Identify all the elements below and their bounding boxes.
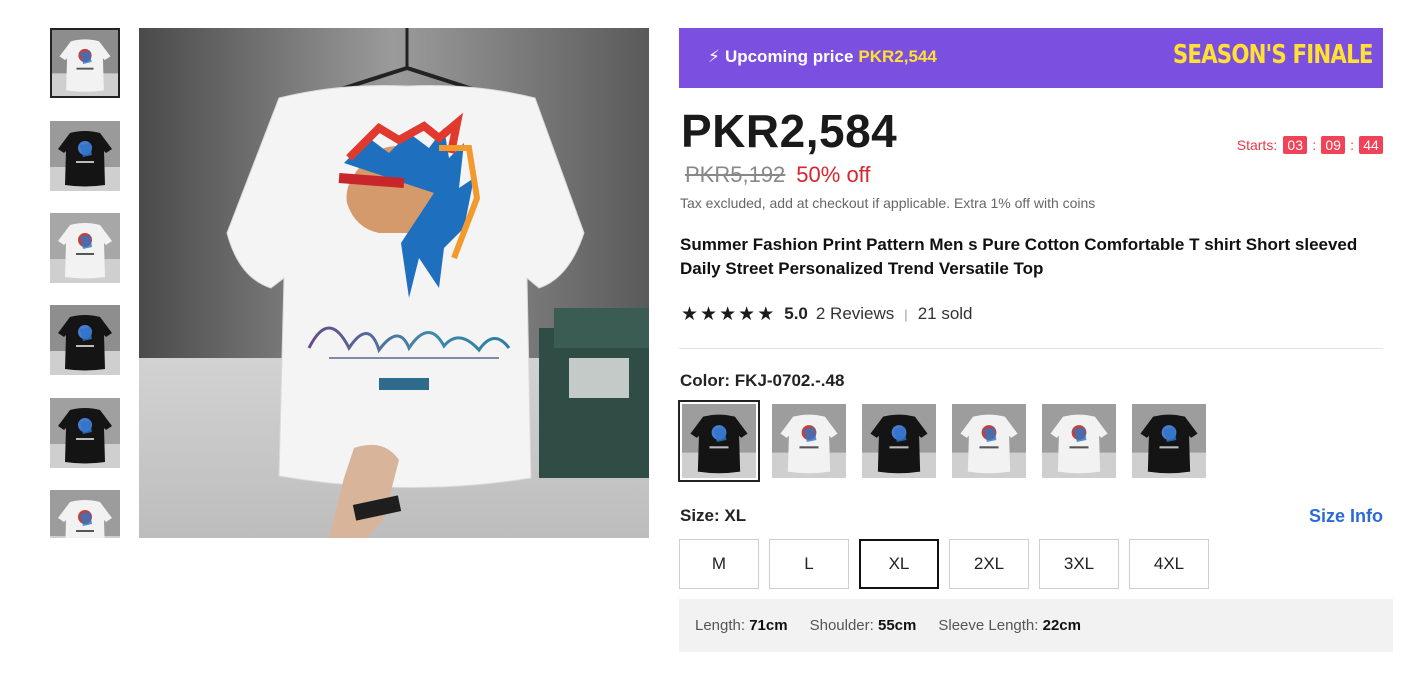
size-option-m[interactable]: M	[679, 539, 759, 589]
size-option-l[interactable]: L	[769, 539, 849, 589]
countdown-minutes: 09	[1321, 136, 1346, 154]
product-thumbnail[interactable]	[50, 490, 120, 538]
current-price: PKR2,584	[681, 105, 898, 157]
star-icon: ★	[681, 303, 699, 325]
color-swatch-black-headdress-print[interactable]	[862, 404, 936, 478]
countdown-label: Starts:	[1236, 137, 1278, 153]
reviews-link[interactable]: 2 Reviews	[816, 304, 894, 324]
main-product-image	[139, 28, 649, 538]
color-swatch-white-blue-print[interactable]	[952, 404, 1026, 478]
star-icon: ★	[757, 303, 775, 325]
star-icon: ★	[700, 303, 718, 325]
measurement-label: Shoulder:	[809, 617, 874, 634]
lightning-icon: ⚡	[708, 47, 720, 66]
measurement-item: Sleeve Length: 22cm	[938, 617, 1081, 634]
rating-separator: |	[904, 306, 908, 322]
size-measurements: Length: 71cm Shoulder: 55cm Sleeve Length:…	[679, 599, 1393, 652]
measurement-value: 71cm	[749, 617, 788, 634]
color-swatch-white-headdress-print[interactable]	[772, 404, 846, 478]
star-icon: ★	[719, 303, 737, 325]
product-thumbnail[interactable]	[50, 398, 120, 468]
sale-countdown: Starts: 03 : 09 : 44	[1237, 136, 1383, 154]
countdown-seconds: 44	[1359, 136, 1383, 154]
upcoming-price-label: Upcoming price	[724, 47, 854, 66]
upcoming-price-value: PKR2,544	[858, 47, 937, 66]
selected-color: FKJ-0702.-.48	[734, 371, 845, 390]
product-thumbnail[interactable]	[50, 28, 120, 98]
section-divider	[679, 348, 1383, 349]
star-rating: ★ ★ ★ ★ ★	[681, 305, 774, 324]
upcoming-price-banner: ⚡ Upcoming price PKR2,544 SEASON'S FINAL…	[679, 28, 1383, 88]
measurement-label: Sleeve Length:	[938, 617, 1039, 634]
size-option-xl[interactable]: XL	[859, 539, 939, 589]
size-option-2xl[interactable]: 2XL	[949, 539, 1029, 589]
size-option-4xl[interactable]: 4XL	[1129, 539, 1209, 589]
measurement-value: 22cm	[1042, 617, 1081, 634]
countdown-separator: :	[1350, 137, 1354, 153]
product-thumbnail[interactable]	[50, 121, 120, 191]
color-label: Color:	[680, 371, 731, 390]
color-swatch-black-blue-print[interactable]	[678, 400, 760, 482]
measurement-item: Shoulder: 55cm	[810, 617, 917, 634]
product-thumbnail[interactable]	[50, 213, 120, 283]
price-comparison: PKR5,192 50% off	[685, 162, 871, 188]
upcoming-price-text: ⚡ Upcoming price PKR2,544	[708, 47, 937, 67]
star-icon: ★	[738, 303, 756, 325]
sold-count: 21 sold	[917, 304, 973, 323]
tax-note: Tax excluded, add at checkout if applica…	[680, 195, 1096, 211]
product-title: Summer Fashion Print Pattern Men s Pure …	[680, 235, 1358, 278]
measurement-item: Length: 71cm	[695, 617, 788, 634]
original-price: PKR5,192	[685, 162, 786, 187]
size-option-3xl[interactable]: 3XL	[1039, 539, 1119, 589]
discount-badge: 50% off	[796, 162, 871, 187]
color-selection-label: Color: FKJ-0702.-.48	[680, 371, 844, 391]
rating-score: 5.0	[784, 304, 808, 323]
thumbnail-strip[interactable]	[50, 28, 120, 538]
size-selection-label: Size: XL	[680, 506, 746, 526]
measurement-label: Length:	[695, 617, 746, 634]
product-thumbnail[interactable]	[50, 305, 120, 375]
countdown-separator: :	[1312, 137, 1317, 153]
size-label: Size:	[680, 506, 720, 525]
selected-size: XL	[724, 506, 747, 525]
color-swatch-black-dark-print[interactable]	[1132, 404, 1206, 478]
color-swatch-white-dark-print[interactable]	[1042, 404, 1116, 478]
rating-summary: ★ ★ ★ ★ ★ 5.0 2 Reviews | 21 sold	[681, 304, 973, 324]
measurement-value: 55cm	[877, 617, 917, 634]
season-finale-logo: SEASON'S FINALE	[1173, 40, 1374, 70]
size-info-link[interactable]: Size Info	[1309, 506, 1383, 527]
countdown-hours: 03	[1283, 136, 1308, 154]
